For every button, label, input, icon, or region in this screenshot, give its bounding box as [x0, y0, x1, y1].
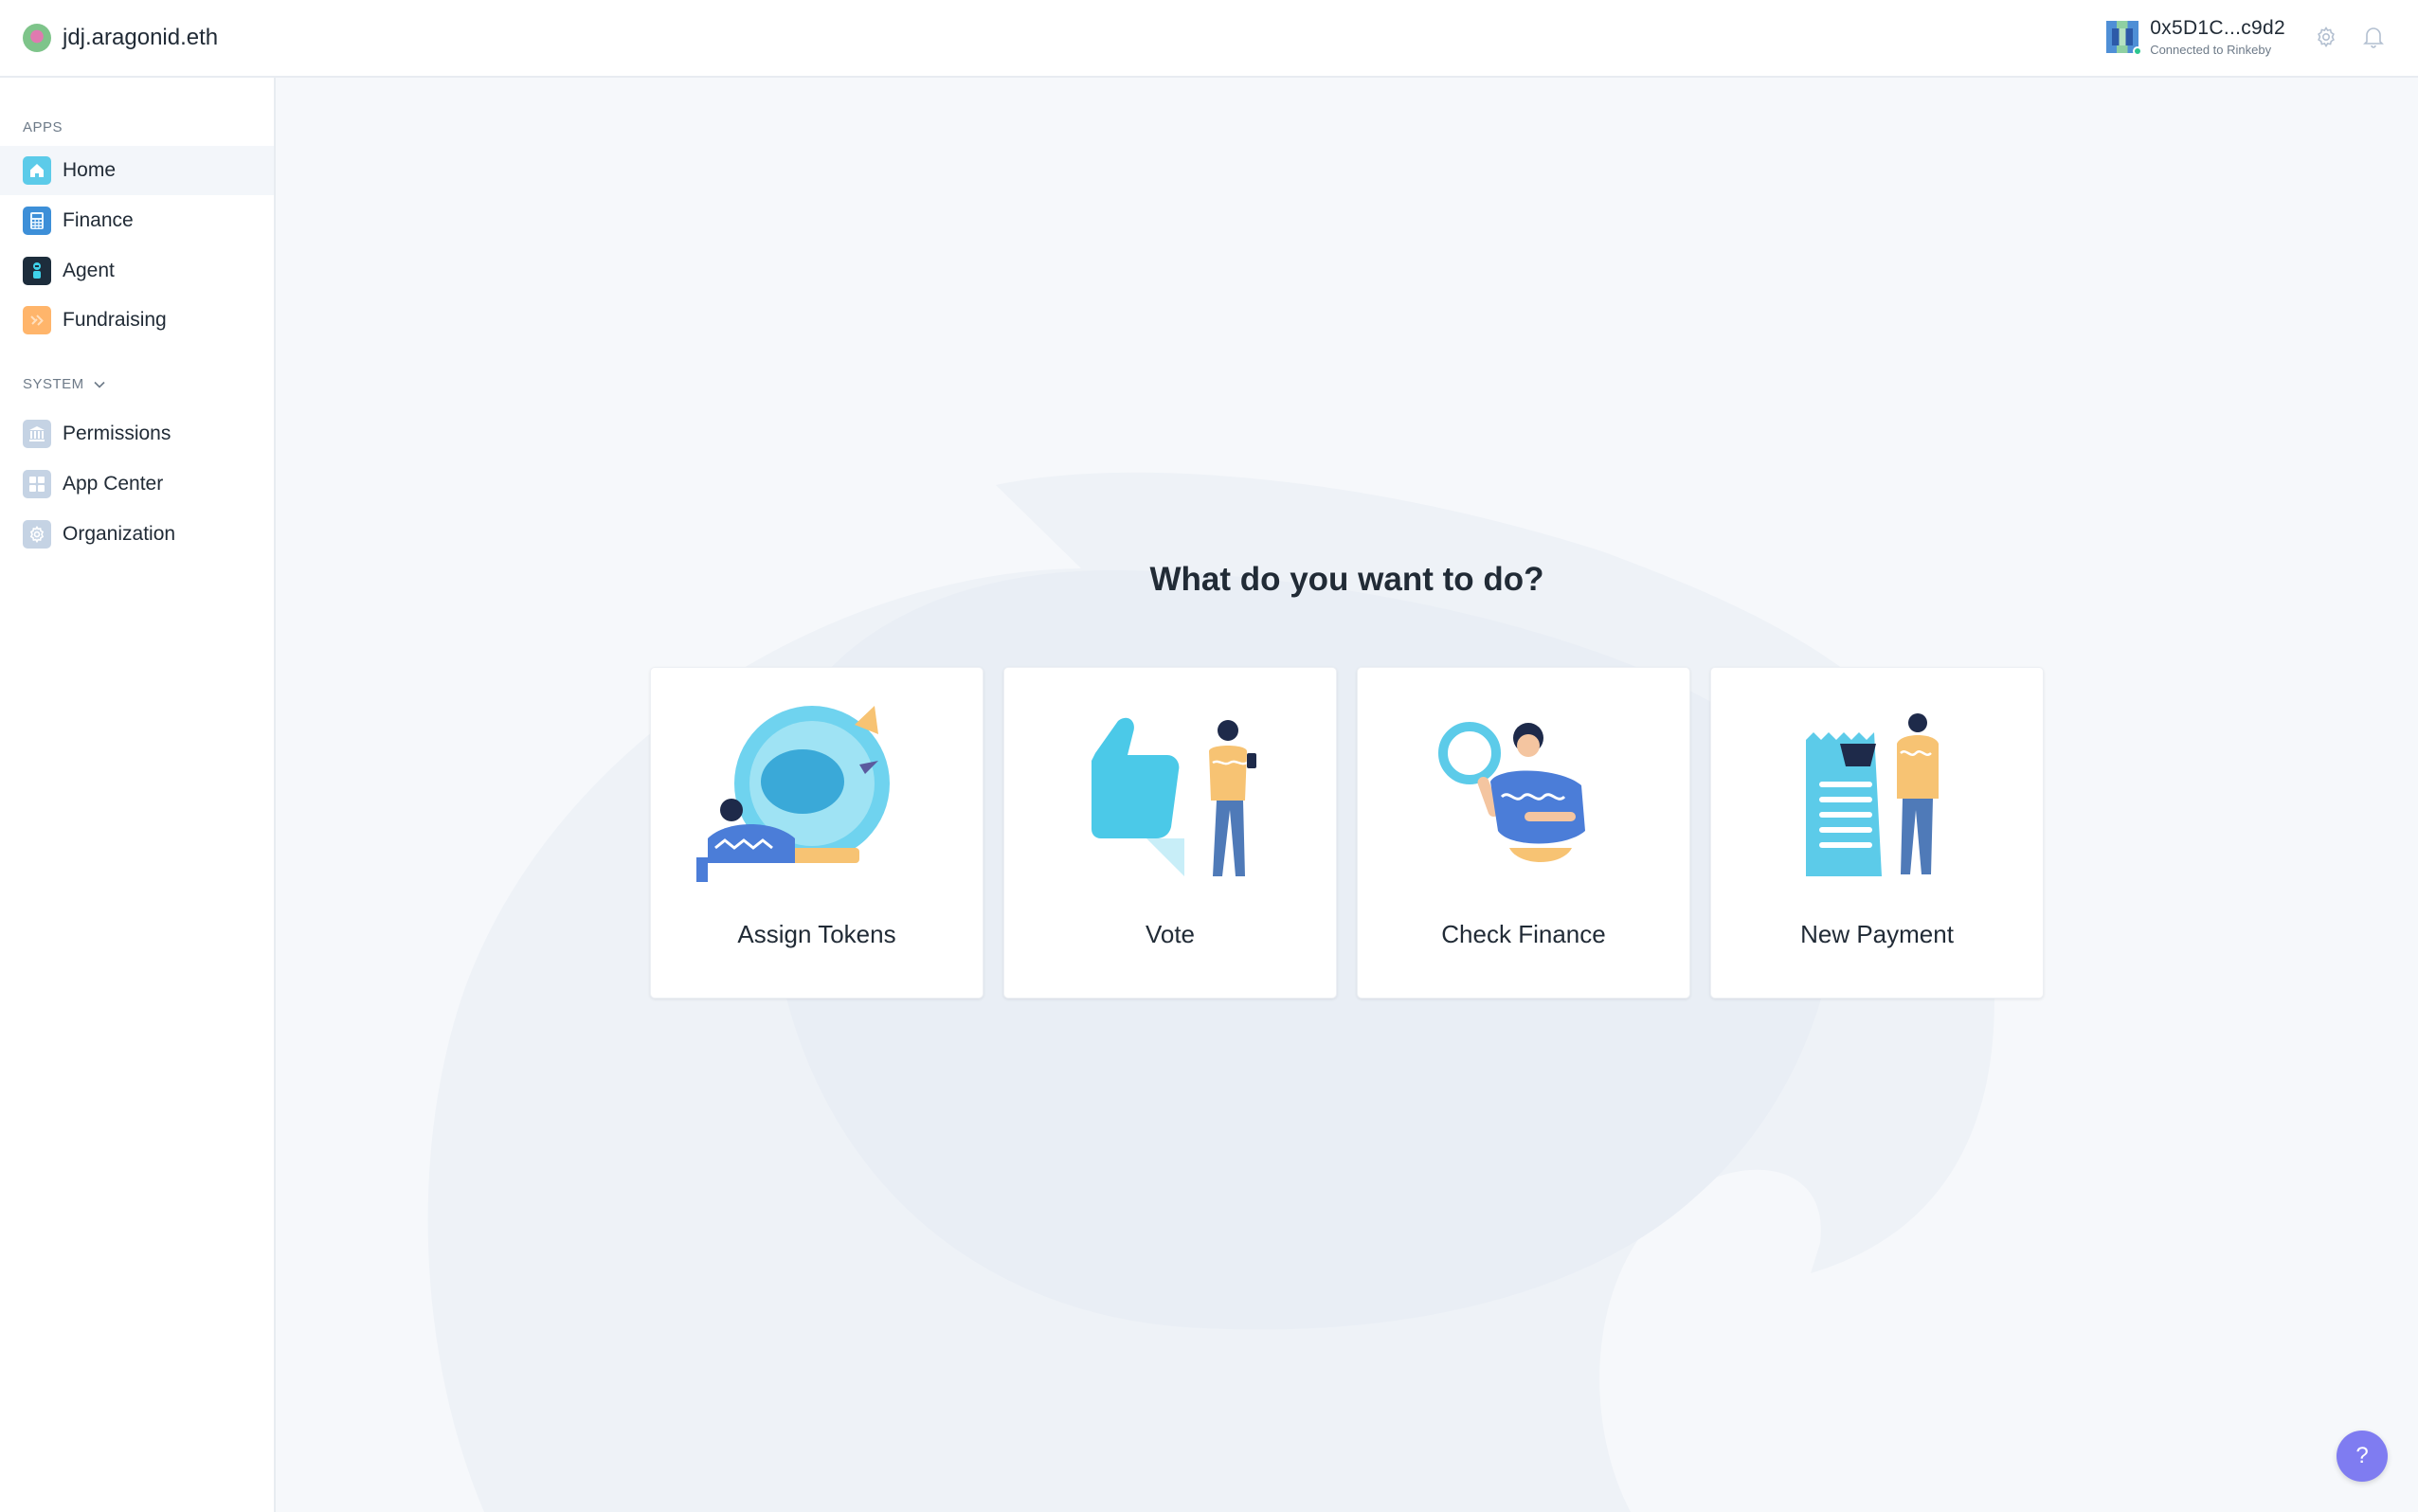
sidebar-item-label: Permissions: [63, 423, 171, 444]
apps-section-label: APPS: [23, 119, 63, 135]
app-center-icon: [23, 470, 51, 498]
assign-tokens-illustration: [696, 706, 890, 882]
org-name: jdj.aragonid.eth: [63, 25, 219, 50]
sidebar: APPS Home Finance Agent Fundraising SYST…: [0, 78, 276, 1512]
help-button[interactable]: ?: [2337, 1431, 2388, 1482]
chevron-down-icon: [94, 381, 105, 388]
account-address: 0x5D1C...c9d2: [2150, 17, 2285, 39]
organization-icon: [23, 520, 51, 549]
notifications-icon[interactable]: [2359, 23, 2388, 51]
main-content: What do you want to do? Assign Tokens Vo…: [276, 78, 2418, 1512]
sidebar-item-agent[interactable]: Agent: [0, 246, 274, 296]
sidebar-item-permissions[interactable]: Permissions: [0, 409, 274, 459]
new-payment-card[interactable]: New Payment: [1710, 667, 2044, 999]
vote-label: Vote: [1145, 920, 1196, 948]
connected-indicator: [2133, 46, 2143, 56]
check-finance-label: Check Finance: [1441, 920, 1606, 948]
sidebar-item-home[interactable]: Home: [0, 146, 274, 195]
sidebar-item-label: Home: [63, 159, 117, 181]
fundraising-icon: [23, 306, 51, 334]
new-payment-label: New Payment: [1800, 920, 1954, 948]
background-logo-shape: [427, 472, 1994, 1512]
sidebar-item-label: Finance: [63, 209, 134, 231]
account-badge[interactable]: 0x5D1C...c9d2 Connected to Rinkeby: [2106, 17, 2285, 57]
sidebar-item-label: App Center: [63, 473, 164, 495]
assign-tokens-card[interactable]: Assign Tokens: [650, 667, 983, 999]
sidebar-item-fundraising[interactable]: Fundraising: [0, 296, 274, 345]
check-finance-card[interactable]: Check Finance: [1357, 667, 1690, 999]
assign-tokens-label: Assign Tokens: [737, 920, 896, 948]
system-section-toggle[interactable]: SYSTEM: [0, 376, 105, 392]
sidebar-item-label: Fundraising: [63, 309, 167, 331]
settings-icon[interactable]: [2312, 23, 2340, 51]
page-question: What do you want to do?: [1149, 561, 1544, 598]
agent-icon: [23, 257, 51, 285]
top-bar: jdj.aragonid.eth 0x5D1C...c9d2 Connected…: [0, 0, 2418, 78]
account-network: Connected to Rinkeby: [2150, 43, 2272, 57]
sidebar-item-label: Organization: [63, 523, 176, 545]
home-icon: [23, 156, 51, 185]
sidebar-item-app-center[interactable]: App Center: [0, 459, 274, 509]
permissions-icon: [23, 420, 51, 448]
org-avatar: [23, 24, 51, 52]
sidebar-item-organization[interactable]: Organization: [0, 510, 274, 559]
sidebar-item-finance[interactable]: Finance: [0, 196, 274, 245]
account-identicon: [2106, 21, 2143, 56]
org-switcher[interactable]: jdj.aragonid.eth: [23, 24, 218, 52]
system-section-label: SYSTEM: [23, 376, 84, 392]
sidebar-item-label: Agent: [63, 260, 115, 281]
vote-illustration: [1092, 717, 1256, 876]
check-finance-illustration: [1438, 722, 1585, 862]
vote-card[interactable]: Vote: [1003, 667, 1337, 999]
finance-icon: [23, 207, 51, 235]
new-payment-illustration: [1806, 713, 1939, 876]
